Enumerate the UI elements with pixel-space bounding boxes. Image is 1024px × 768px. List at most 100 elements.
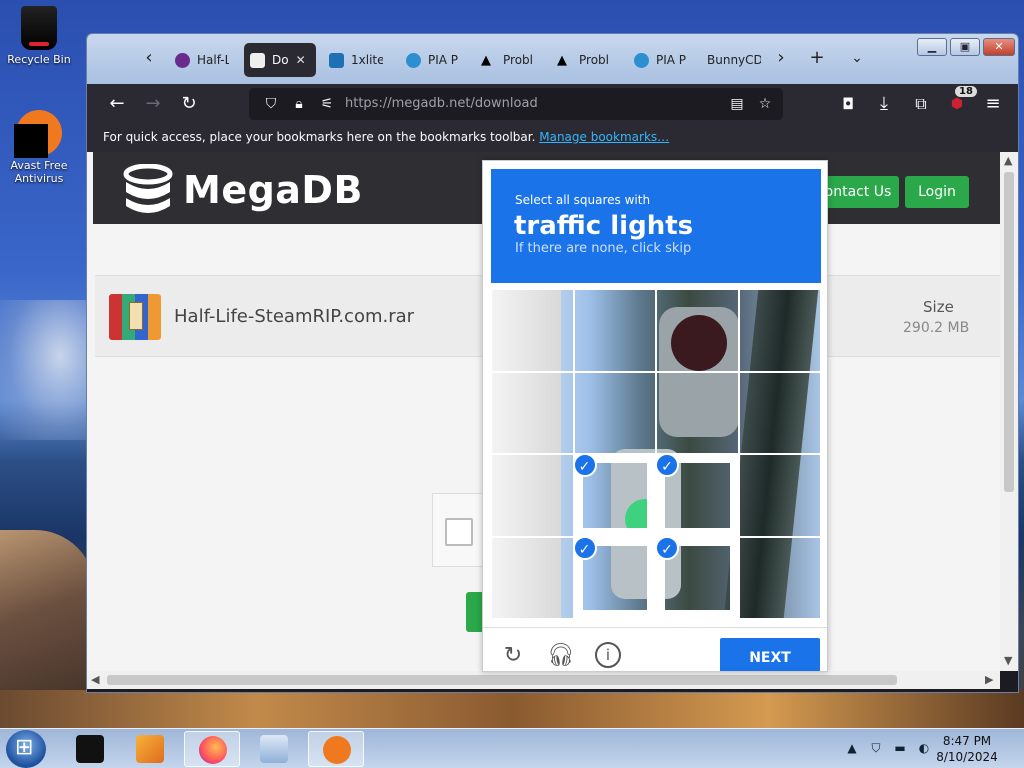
extension-badge: 18 — [955, 86, 977, 97]
bookmarks-hint: For quick access, place your bookmarks h… — [103, 130, 536, 144]
captcha-tile[interactable] — [656, 289, 739, 372]
halflife-icon — [175, 52, 190, 68]
taskbar: ▲ ⛉ ▬ ◐ 8:47 PM 8/10/2024 — [0, 728, 1024, 768]
forward-button[interactable]: → — [139, 90, 167, 118]
horizontal-scrollbar[interactable]: ◀ ▶ — [87, 671, 1000, 689]
captcha-checkbox[interactable] — [445, 518, 473, 546]
captcha-tile[interactable] — [738, 536, 821, 619]
avast-icon — [14, 110, 62, 158]
close-icon[interactable]: ✕ — [296, 53, 306, 67]
bookmark-star-icon[interactable]: ☆ — [755, 94, 775, 114]
refresh-icon[interactable]: ↻ — [499, 642, 527, 670]
captcha-image-grid: ✓ ✓ ✓ ✓ — [491, 289, 821, 619]
captcha-tile[interactable] — [491, 371, 574, 454]
new-tab-button[interactable]: + — [803, 44, 831, 72]
back-button[interactable]: ← — [103, 90, 131, 118]
tray-expand-icon[interactable]: ▲ — [844, 741, 860, 757]
captcha-tile[interactable] — [738, 371, 821, 454]
tab-strip: ‹ Half-L Do ✕ 1xlite PIA P ▲ Probl ▲ Pro… — [87, 34, 1018, 84]
explorer-icon — [260, 735, 288, 763]
downloads-icon[interactable]: ⤓ — [870, 90, 898, 118]
manage-bookmarks-link[interactable]: Manage bookmarks… — [539, 130, 669, 144]
captcha-instruction: Select all squares with — [515, 193, 651, 207]
scroll-left-icon[interactable]: ◀ — [91, 673, 99, 686]
minimize-button[interactable]: ▁ — [917, 38, 947, 56]
tab-label: 1xlite — [351, 53, 383, 67]
captcha-tile[interactable]: ✓ — [655, 535, 739, 619]
tab-scroll-right-button[interactable]: › — [767, 44, 795, 72]
tab-label: PIA P — [656, 53, 687, 67]
scroll-down-icon[interactable]: ▼ — [1004, 654, 1012, 667]
security-shield-icon[interactable]: ⛉ — [868, 741, 884, 757]
taskbar-item-media[interactable] — [122, 731, 178, 767]
list-tabs-button[interactable]: ⌄ — [843, 44, 871, 72]
next-button[interactable]: NEXT — [720, 638, 820, 671]
desktop-icon-avast[interactable]: Avast Free Antivirus — [1, 110, 77, 185]
scroll-right-icon[interactable]: ▶ — [985, 673, 993, 686]
tab-label: Probl — [579, 53, 609, 67]
captcha-tile[interactable] — [738, 289, 821, 372]
captcha-tile[interactable] — [573, 371, 656, 454]
info-icon[interactable]: i — [595, 642, 621, 668]
volume-icon[interactable]: ◐ — [916, 741, 932, 757]
url-bar[interactable]: ⛉ 🔒︎ ⚟ https://megadb.net/download ▤ ☆ — [249, 88, 783, 120]
tab-bunnycdn[interactable]: BunnyCD — [701, 43, 767, 77]
scroll-thumb[interactable] — [107, 675, 897, 685]
network-icon[interactable]: ▬ — [892, 741, 908, 757]
file-name: Half-Life-SteamRIP.com.rar — [174, 306, 415, 327]
terminal-icon — [76, 735, 104, 763]
maximize-button[interactable]: ▣ — [950, 38, 980, 56]
pia-icon — [634, 52, 649, 68]
pocket-icon[interactable]: ◘ — [834, 90, 862, 118]
headphones-icon[interactable]: 🎧︎ — [547, 642, 575, 670]
taskbar-item-firefox[interactable] — [184, 731, 240, 767]
tab-problem-1[interactable]: ▲ Probl — [475, 43, 539, 77]
contact-us-button[interactable]: ontact Us — [817, 176, 899, 208]
start-button[interactable] — [6, 730, 46, 768]
menu-icon[interactable]: ≡ — [979, 90, 1007, 118]
url-host: https://megadb.net — [345, 96, 471, 111]
permissions-icon[interactable]: ⚟ — [317, 94, 337, 114]
clock-date: 8/10/2024 — [936, 750, 998, 764]
tab-label: Probl — [503, 53, 533, 67]
tab-1xlite[interactable]: 1xlite — [323, 43, 389, 77]
captcha-tile[interactable] — [491, 289, 574, 372]
vertical-scrollbar[interactable]: ▲ ▼ — [1000, 152, 1018, 671]
system-clock[interactable]: 8:47 PM 8/10/2024 — [932, 733, 1002, 765]
login-button[interactable]: Login — [905, 176, 969, 208]
megadb-logo-icon — [123, 164, 173, 213]
tab-half-life[interactable]: Half-L — [169, 43, 235, 77]
taskbar-item-avast[interactable] — [308, 731, 364, 767]
desktop-icon-recycle-bin[interactable]: Recycle Bin — [1, 6, 77, 66]
tab-megadb-download[interactable]: Do ✕ — [244, 43, 316, 77]
shield-icon[interactable]: ⛉ — [261, 94, 281, 114]
desktop-icon-label: Recycle Bin — [7, 53, 71, 66]
tab-pia-1[interactable]: PIA P — [400, 43, 464, 77]
site-logo[interactable]: MegaDB — [183, 168, 363, 212]
scroll-up-icon[interactable]: ▲ — [1004, 154, 1012, 167]
bookmarks-toolbar: For quick access, place your bookmarks h… — [87, 124, 1018, 152]
captcha-tile[interactable]: ✓ — [572, 453, 656, 537]
captcha-footer: ↻ 🎧︎ i NEXT — [483, 627, 827, 671]
extensions-icon[interactable]: ⧉ — [907, 90, 935, 118]
firefox-icon — [199, 736, 227, 764]
captcha-tile[interactable] — [656, 371, 739, 454]
taskbar-item-explorer[interactable] — [246, 731, 302, 767]
tab-problem-2[interactable]: ▲ Probl — [551, 43, 615, 77]
reload-button[interactable]: ↻ — [175, 90, 203, 118]
captcha-tile[interactable] — [491, 454, 574, 537]
taskbar-item-terminal[interactable] — [62, 731, 118, 767]
tab-scroll-left-button[interactable]: ‹ — [135, 44, 163, 72]
captcha-tile[interactable]: ✓ — [655, 453, 739, 537]
scroll-thumb[interactable] — [1004, 172, 1014, 492]
close-window-button[interactable]: ✕ — [983, 38, 1015, 56]
reader-view-icon[interactable]: ▤ — [727, 94, 747, 114]
captcha-tile[interactable] — [491, 536, 574, 619]
captcha-tile[interactable]: ✓ — [572, 535, 656, 619]
captcha-tile[interactable] — [738, 454, 821, 537]
lock-icon[interactable]: 🔒︎ — [289, 94, 309, 114]
captcha-tile[interactable] — [573, 289, 656, 372]
size-value: 290.2 MB — [903, 320, 970, 336]
captcha-challenge: Select all squares with traffic lights I… — [482, 160, 828, 672]
tab-pia-2[interactable]: PIA P — [628, 43, 692, 77]
